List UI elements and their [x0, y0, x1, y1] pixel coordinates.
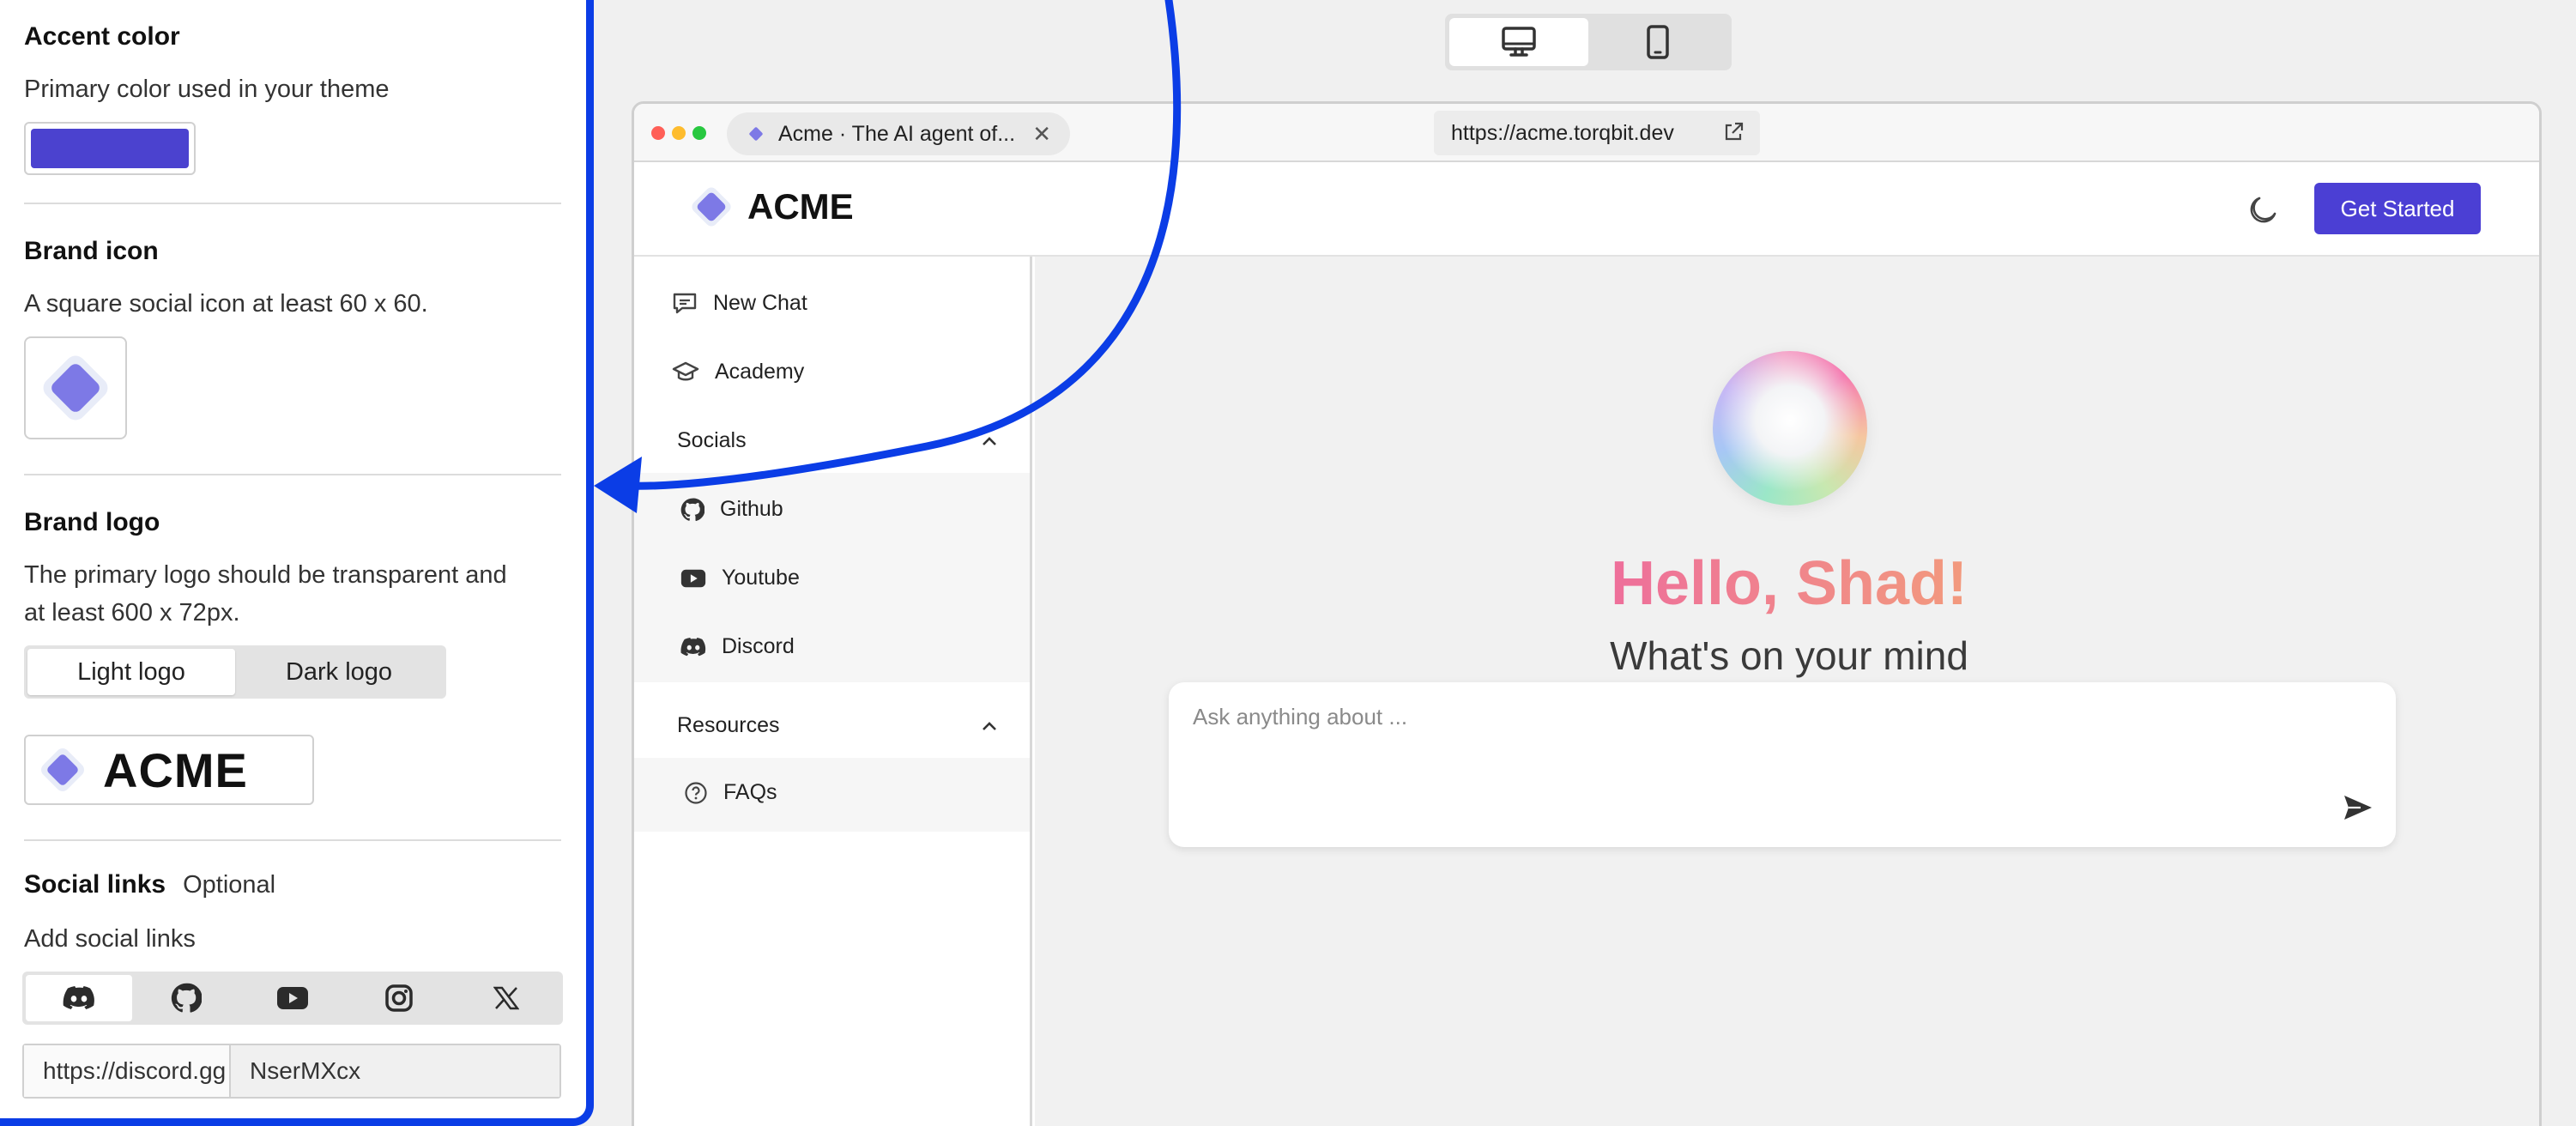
social-url-prefix: https://discord.gg — [24, 1045, 231, 1097]
section-divider — [24, 839, 561, 841]
chat-input[interactable] — [1193, 699, 2308, 734]
moon-icon[interactable] — [2246, 193, 2278, 226]
chevron-up-icon — [983, 436, 996, 445]
get-started-button[interactable]: Get Started — [2314, 183, 2481, 234]
minimize-window-dot[interactable] — [672, 126, 686, 140]
desktop-icon[interactable] — [1449, 18, 1588, 66]
address-url: https://acme.torqbit.dev — [1451, 120, 1674, 145]
address-bar[interactable]: https://acme.torqbit.dev — [1434, 111, 1760, 155]
sidebar-item-new-chat[interactable]: New Chat — [672, 291, 807, 316]
sidebar-item-faqs[interactable]: FAQs — [684, 780, 777, 805]
logo-diamond-icon — [41, 748, 84, 791]
chat-icon — [673, 293, 697, 313]
browser-preview-window: Acme · The AI agent of... ✕ https://acme… — [632, 101, 2542, 1126]
sidebar-group-label: Resources — [677, 713, 780, 737]
site-brand[interactable]: ACME — [687, 183, 854, 231]
chevron-up-icon — [983, 721, 996, 730]
brand-logo-desc-line1: The primary logo should be transparent a… — [24, 561, 507, 589]
chat-composer — [1169, 682, 2396, 847]
subgreeting: What's on your mind — [1610, 633, 1968, 678]
sidebar-item-label: New Chat — [713, 291, 807, 315]
sidebar-item-label: Youtube — [722, 566, 800, 590]
section-divider — [24, 203, 561, 204]
brand-icon-title: Brand icon — [24, 237, 159, 265]
sidebar-item-label: Discord — [722, 634, 795, 658]
youtube-icon[interactable] — [239, 975, 346, 1021]
instagram-icon[interactable] — [346, 975, 452, 1021]
assistant-orb — [1713, 351, 1867, 505]
device-preview-toggle — [1445, 14, 1732, 70]
tab-title: Acme · The AI agent of... — [778, 121, 1016, 146]
send-icon[interactable] — [2343, 794, 2373, 821]
settings-panel: Accent color Primary color used in your … — [0, 0, 594, 1126]
sidebar-group-label: Socials — [677, 428, 747, 452]
brand-diamond-icon — [43, 355, 108, 421]
section-divider — [24, 474, 561, 475]
sidebar-item-academy[interactable]: Academy — [672, 360, 804, 384]
sidebar-group-resources[interactable]: Resources — [677, 713, 1020, 738]
brand-icon-desc: A square social icon at least 60 x 60. — [24, 290, 428, 318]
site-sidebar: New Chat Academy Socials Github Youtube … — [634, 257, 1032, 1126]
accent-color-swatch — [31, 129, 189, 168]
graduation-cap-icon — [672, 361, 699, 380]
sidebar-item-label: FAQs — [723, 780, 777, 804]
accent-color-desc: Primary color used in your theme — [24, 76, 390, 103]
brand-logo-upload[interactable]: ACME — [24, 735, 314, 805]
brand-logo-desc-line2: at least 600 x 72px. — [24, 599, 240, 627]
sidebar-group-socials[interactable]: Socials — [677, 428, 1020, 453]
close-window-dot[interactable] — [651, 126, 665, 140]
socials-submenu: Github Youtube Discord — [634, 473, 1030, 682]
mobile-icon[interactable] — [1588, 18, 1727, 66]
social-links-header: Social links Optional — [24, 870, 275, 899]
logo-variant-toggle: Light logo Dark logo — [24, 645, 446, 699]
accent-color-picker[interactable] — [24, 122, 196, 175]
resources-submenu: FAQs — [634, 758, 1030, 832]
github-icon — [680, 498, 704, 521]
accent-color-title: Accent color — [24, 22, 180, 51]
tab-close-icon[interactable]: ✕ — [1032, 121, 1051, 148]
brand-logo-title: Brand logo — [24, 508, 160, 536]
browser-tab[interactable]: Acme · The AI agent of... ✕ — [727, 112, 1070, 155]
site-brand-text: ACME — [747, 186, 854, 227]
sidebar-item-github[interactable]: Github — [680, 497, 783, 522]
greeting: Hello, Shad! — [1035, 548, 2539, 619]
social-links-title: Social links — [24, 870, 166, 899]
x-icon[interactable] — [453, 975, 559, 1021]
maximize-window-dot[interactable] — [692, 126, 706, 140]
greeting-text: Hello, Shad! — [1610, 549, 1968, 618]
sidebar-item-label: Github — [720, 497, 783, 521]
social-url-field: https://discord.gg — [22, 1044, 561, 1099]
site-header: ACME Get Started — [634, 162, 2539, 257]
chat-main-area: Hello, Shad! What's on your mind — [1035, 257, 2539, 1126]
social-links-desc: Add social links — [24, 925, 196, 953]
social-links-optional: Optional — [183, 871, 276, 899]
youtube-icon — [680, 569, 706, 587]
social-platform-tabs — [22, 972, 563, 1025]
site-logo-icon — [692, 187, 731, 227]
dark-logo-tab[interactable]: Dark logo — [235, 649, 443, 695]
discord-icon — [680, 637, 706, 656]
light-logo-tab[interactable]: Light logo — [27, 649, 235, 695]
logo-preview-text: ACME — [103, 742, 248, 797]
help-circle-icon — [685, 781, 707, 804]
external-link-icon[interactable] — [1722, 121, 1745, 143]
sidebar-item-youtube[interactable]: Youtube — [680, 566, 800, 590]
brand-icon-upload[interactable] — [24, 336, 127, 439]
tab-favicon-icon — [749, 127, 763, 141]
discord-icon[interactable] — [26, 975, 133, 1021]
browser-chrome: Acme · The AI agent of... ✕ https://acme… — [634, 104, 2539, 162]
github-icon[interactable] — [132, 975, 239, 1021]
sidebar-item-label: Academy — [715, 360, 805, 384]
sidebar-item-discord[interactable]: Discord — [680, 634, 795, 659]
social-handle-input[interactable] — [231, 1045, 559, 1097]
